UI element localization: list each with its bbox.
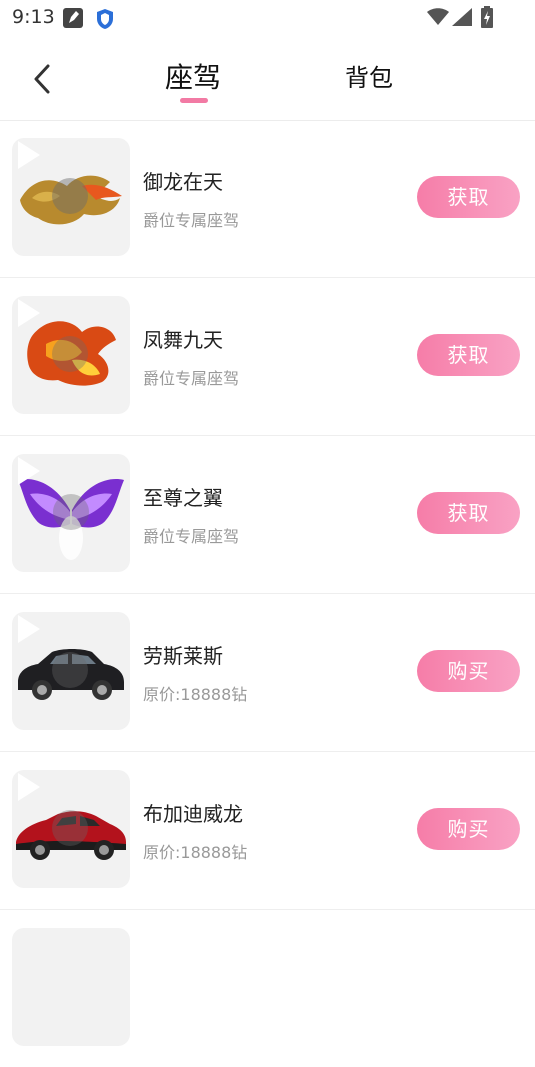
- list-item[interactable]: 劳斯莱斯 原价:18888钻 购买: [0, 594, 535, 752]
- get-button[interactable]: 获取: [417, 492, 520, 534]
- play-icon[interactable]: [12, 612, 44, 646]
- list-item[interactable]: 布加迪威龙 原价:18888钻 购买: [0, 752, 535, 910]
- list-item[interactable]: 至尊之翼 爵位专属座驾 获取: [0, 436, 535, 594]
- status-bar: 9:13: [0, 0, 535, 40]
- buy-button[interactable]: 购买: [417, 808, 520, 850]
- active-tab-indicator: [180, 98, 208, 103]
- vehicle-list: 御龙在天 爵位专属座驾 获取 凤舞九天 爵位专属座驾 获取 至尊之翼 爵位专属座…: [0, 120, 535, 1067]
- item-subtitle: 爵位专属座驾: [143, 527, 240, 546]
- battery-charging-icon: [481, 6, 493, 28]
- vehicle-thumbnail[interactable]: [12, 138, 130, 256]
- vehicle-thumbnail[interactable]: [12, 612, 130, 730]
- play-icon[interactable]: [12, 296, 44, 330]
- play-icon[interactable]: [12, 454, 44, 488]
- get-button[interactable]: 获取: [417, 334, 520, 376]
- item-subtitle: 原价:18888钻: [143, 843, 248, 862]
- vehicle-thumbnail[interactable]: [12, 770, 130, 888]
- vehicle-thumbnail[interactable]: [12, 296, 130, 414]
- item-title: 劳斯莱斯: [143, 644, 223, 668]
- item-title: 凤舞九天: [143, 328, 223, 352]
- vehicle-thumbnail[interactable]: [12, 928, 130, 1046]
- get-button[interactable]: 获取: [417, 176, 520, 218]
- buy-button[interactable]: 购买: [417, 650, 520, 692]
- list-item-partial[interactable]: [0, 910, 535, 1067]
- list-item[interactable]: 凤舞九天 爵位专属座驾 获取: [0, 278, 535, 436]
- tab-beibao[interactable]: 背包: [345, 58, 393, 93]
- item-subtitle: 爵位专属座驾: [143, 211, 240, 230]
- back-arrow-icon[interactable]: [28, 62, 58, 96]
- edit-notification-icon: [63, 8, 83, 28]
- status-time: 9:13: [12, 6, 55, 28]
- top-nav-header: 座驾 背包: [0, 40, 535, 121]
- vehicle-thumbnail[interactable]: [12, 454, 130, 572]
- play-icon[interactable]: [12, 138, 44, 172]
- play-icon[interactable]: [12, 770, 44, 804]
- item-title: 布加迪威龙: [143, 802, 243, 826]
- item-title: 御龙在天: [143, 170, 223, 194]
- shield-notification-icon: [97, 9, 113, 29]
- signal-icon: [452, 8, 472, 26]
- item-title: 至尊之翼: [143, 486, 223, 510]
- item-subtitle: 爵位专属座驾: [143, 369, 240, 388]
- item-subtitle: 原价:18888钻: [143, 685, 248, 704]
- tab-zuojia[interactable]: 座驾: [165, 56, 221, 96]
- wifi-icon: [427, 8, 449, 25]
- list-item[interactable]: 御龙在天 爵位专属座驾 获取: [0, 120, 535, 278]
